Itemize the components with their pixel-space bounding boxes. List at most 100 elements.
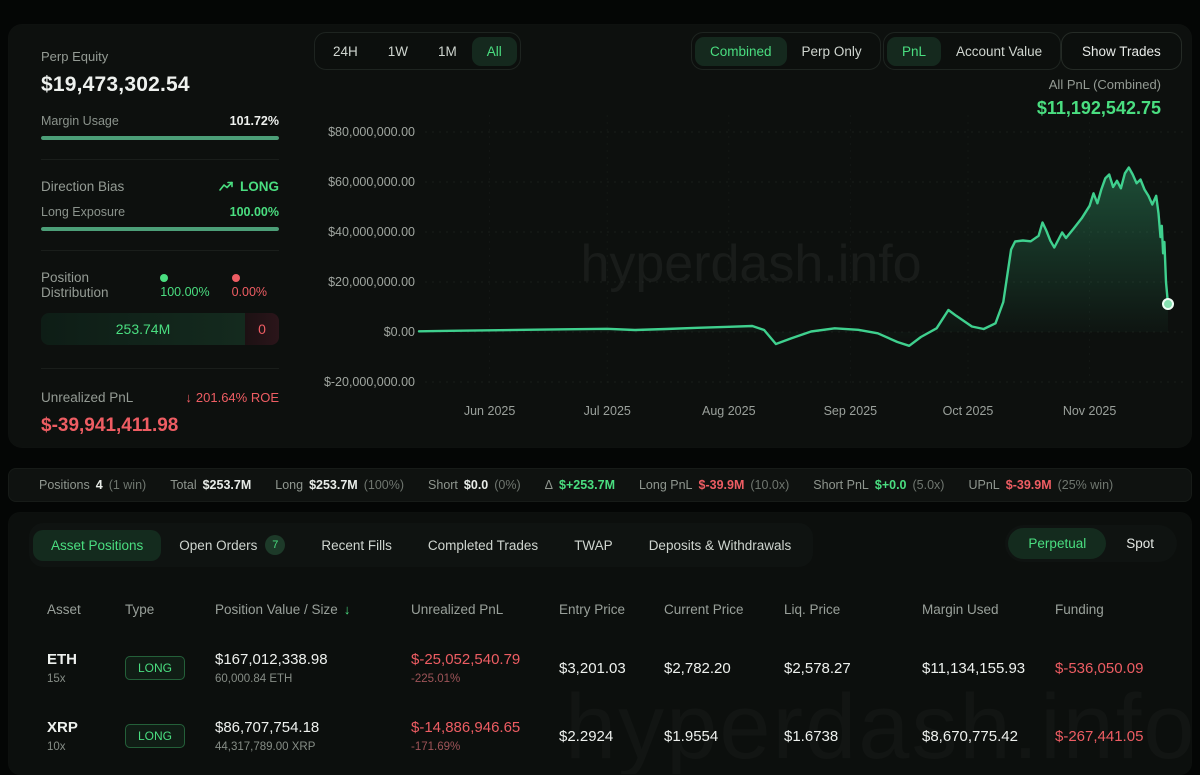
time-range-all[interactable]: All — [472, 37, 517, 66]
unrealized-pnl-value: $-39,941,411.98 — [41, 415, 279, 437]
header-type: Type — [125, 602, 215, 617]
margin-used: $8,670,775.42 — [922, 728, 1055, 745]
asset-leverage: 10x — [47, 741, 125, 753]
position-size: 44,317,789.00 XRP — [215, 741, 411, 753]
position-distribution-bar: 253.74M 0 — [41, 313, 279, 345]
tab-twap[interactable]: TWAP — [556, 530, 631, 561]
y-axis-tick-label: $80,000,000.00 — [328, 125, 415, 139]
x-axis-tick-label: Jul 2025 — [584, 404, 631, 418]
tab-completed-trades[interactable]: Completed Trades — [410, 530, 556, 561]
margin-usage-value: 101.72% — [230, 114, 279, 128]
short-distribution-segment: 0 — [245, 313, 279, 345]
arrow-down-icon: ↓ — [185, 390, 192, 405]
header-current-price[interactable]: Current Price — [664, 602, 784, 617]
divider — [41, 159, 279, 160]
time-range-1m[interactable]: 1M — [423, 37, 472, 66]
unrealized-pnl-label: Unrealized PnL — [41, 390, 133, 405]
open-orders-count-badge: 7 — [265, 535, 285, 555]
y-axis-tick-label: $20,000,000.00 — [328, 275, 415, 289]
tab-deposits-withdrawals[interactable]: Deposits & Withdrawals — [631, 530, 810, 561]
metric-toggle-group: PnL Account Value — [883, 32, 1061, 70]
long-exposure-bar — [41, 227, 279, 231]
positions-tabs: Asset Positions Open Orders 7 Recent Fil… — [29, 523, 813, 567]
summary-positions: Positions 4 (1 win) — [39, 478, 146, 492]
tab-asset-positions[interactable]: Asset Positions — [33, 530, 161, 561]
liq-price: $2,578.27 — [784, 660, 922, 677]
position-distribution-label: Position Distribution — [41, 270, 160, 300]
summary-total: Total $253.7M — [170, 478, 251, 492]
mode-toggle-group: Combined Perp Only — [691, 32, 881, 70]
header-asset: Asset — [47, 602, 125, 617]
header-funding[interactable]: Funding — [1055, 602, 1169, 617]
unrealized-pnl: $-14,886,946.65 — [411, 719, 559, 736]
long-distribution-segment: 253.74M — [41, 313, 245, 345]
header-unrealized-pnl[interactable]: Unrealized PnL — [411, 602, 559, 617]
time-range-group: 24H 1W 1M All — [314, 32, 521, 70]
mode-perp-only[interactable]: Perp Only — [787, 37, 877, 66]
funding: $-267,441.05 — [1055, 728, 1169, 745]
mode-combined[interactable]: Combined — [695, 37, 787, 66]
toggle-perpetual[interactable]: Perpetual — [1008, 528, 1106, 559]
time-range-1w[interactable]: 1W — [373, 37, 423, 66]
x-axis-tick-label: Aug 2025 — [702, 404, 756, 418]
divider — [41, 250, 279, 251]
long-dot-icon — [160, 274, 168, 282]
asset-leverage: 15x — [47, 673, 125, 685]
chart-end-dot — [1163, 299, 1173, 309]
table-row[interactable]: ETH 15x LONG $167,012,338.98 60,000.84 E… — [9, 635, 1192, 701]
margin-usage-label: Margin Usage — [41, 114, 119, 128]
long-exposure-value: 100.00% — [230, 205, 279, 219]
x-axis-tick-label: Jun 2025 — [464, 404, 515, 418]
asset-symbol: ETH — [47, 651, 125, 668]
unrealized-pnl-pct: -171.69% — [411, 741, 559, 753]
table-row[interactable]: XRP 10x LONG $86,707,754.18 44,317,789.0… — [9, 703, 1192, 769]
y-axis-tick-label: $0.00 — [384, 325, 415, 339]
margin-used: $11,134,155.93 — [922, 660, 1055, 677]
header-position-value[interactable]: Position Value / Size↓ — [215, 602, 411, 617]
direction-bias-value: LONG — [219, 179, 279, 194]
long-exposure-label: Long Exposure — [41, 205, 125, 219]
summary-delta: Δ $+253.7M — [545, 478, 615, 492]
liq-price: $1.6738 — [784, 728, 922, 745]
summary-long: Long $253.7M (100%) — [275, 478, 404, 492]
long-badge: LONG — [125, 656, 185, 680]
table-header: Asset Type Position Value / Size↓ Unreal… — [9, 591, 1192, 627]
short-dot-icon — [232, 274, 240, 282]
toggle-spot[interactable]: Spot — [1106, 528, 1174, 559]
summary-long-pnl: Long PnL $-39.9M (10.0x) — [639, 478, 789, 492]
header-liq-price[interactable]: Liq. Price — [784, 602, 922, 617]
header-entry-price[interactable]: Entry Price — [559, 602, 664, 617]
unrealized-pnl: $-25,052,540.79 — [411, 651, 559, 668]
time-range-24h[interactable]: 24H — [318, 37, 373, 66]
perp-equity-value: $19,473,302.54 — [41, 73, 279, 97]
perp-equity-label: Perp Equity — [41, 49, 279, 64]
metric-pnl[interactable]: PnL — [887, 37, 941, 66]
summary-short-pnl: Short PnL $+0.0 (5.0x) — [813, 478, 944, 492]
pnl-chart[interactable]: Jun 2025Jul 2025Aug 2025Sep 2025Oct 2025… — [319, 99, 1193, 443]
position-size: 60,000.84 ETH — [215, 673, 411, 685]
tab-recent-fills[interactable]: Recent Fills — [303, 530, 410, 561]
header-margin-used[interactable]: Margin Used — [922, 602, 1055, 617]
trend-up-icon — [219, 181, 234, 193]
asset-symbol: XRP — [47, 719, 125, 736]
x-axis-tick-label: Oct 2025 — [943, 404, 994, 418]
summary-short: Short $0.0 (0%) — [428, 478, 521, 492]
all-pnl-label: All PnL (Combined) — [1037, 77, 1161, 92]
tab-open-orders[interactable]: Open Orders 7 — [161, 527, 303, 563]
account-stats-sidebar: Perp Equity $19,473,302.54 Margin Usage … — [9, 25, 309, 437]
entry-price: $2.2924 — [559, 728, 664, 745]
overview-panel: Perp Equity $19,473,302.54 Margin Usage … — [8, 24, 1192, 448]
y-axis-tick-label: $60,000,000.00 — [328, 175, 415, 189]
show-trades-button[interactable]: Show Trades — [1061, 32, 1182, 70]
position-value: $86,707,754.18 — [215, 719, 411, 736]
entry-price: $3,201.03 — [559, 660, 664, 677]
long-badge: LONG — [125, 724, 185, 748]
positions-panel: hyperdash.info Asset Positions Open Orde… — [8, 512, 1192, 775]
unrealized-pnl-pct: -225.01% — [411, 673, 559, 685]
margin-usage-bar — [41, 136, 279, 140]
sort-desc-icon[interactable]: ↓ — [344, 602, 351, 617]
distribution-legend: 100.00% 0.00% — [160, 271, 279, 299]
direction-bias-label: Direction Bias — [41, 179, 124, 194]
metric-account-value[interactable]: Account Value — [941, 37, 1057, 66]
summary-upnl: UPnL $-39.9M (25% win) — [968, 478, 1113, 492]
